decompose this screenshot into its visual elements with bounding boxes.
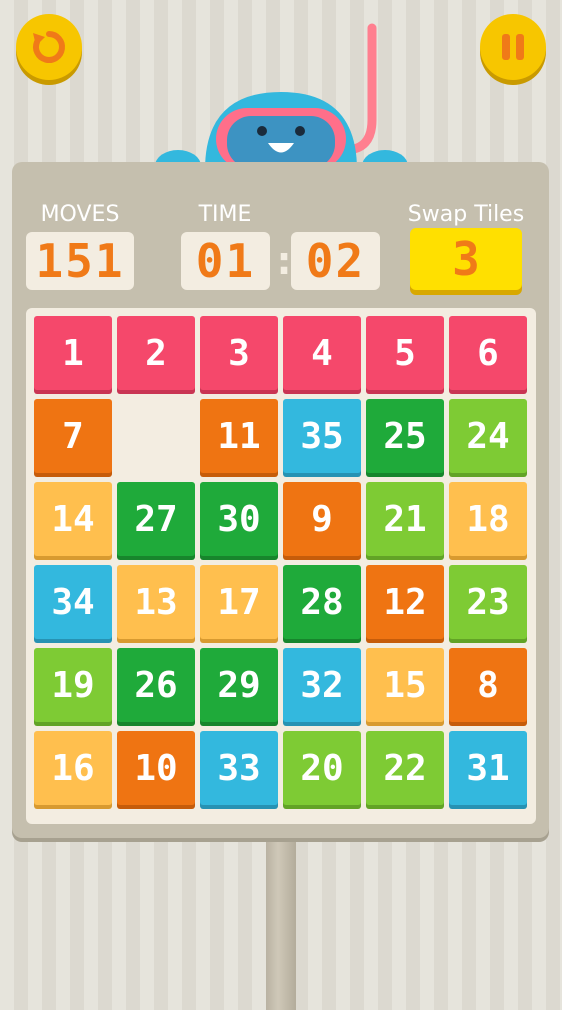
tile[interactable]: 22 — [366, 731, 444, 805]
tile[interactable]: 29 — [200, 648, 278, 722]
tile[interactable]: 1 — [34, 316, 112, 390]
tile[interactable]: 26 — [117, 648, 195, 722]
tile[interactable]: 32 — [283, 648, 361, 722]
swap-tiles-button[interactable]: 3 — [410, 228, 522, 290]
tile[interactable]: 16 — [34, 731, 112, 805]
time-label: TIME — [198, 202, 252, 227]
tile[interactable]: 4 — [283, 316, 361, 390]
tile[interactable]: 6 — [449, 316, 527, 390]
sign-pole — [266, 830, 296, 1010]
tile[interactable]: 23 — [449, 565, 527, 639]
tile[interactable]: 11 — [200, 399, 278, 473]
tile[interactable]: 28 — [283, 565, 361, 639]
tile[interactable]: 19 — [34, 648, 112, 722]
tile[interactable]: 10 — [117, 731, 195, 805]
time-seconds: 02 — [291, 232, 380, 290]
moves-label: MOVES — [40, 202, 120, 227]
tile[interactable]: 30 — [200, 482, 278, 556]
tile[interactable]: 12 — [366, 565, 444, 639]
tile[interactable]: 5 — [366, 316, 444, 390]
swap-tiles-label: Swap Tiles — [407, 202, 525, 227]
tile[interactable]: 14 — [34, 482, 112, 556]
tile[interactable]: 27 — [117, 482, 195, 556]
tile[interactable]: 3 — [200, 316, 278, 390]
moves-counter: 151 — [26, 232, 134, 290]
tile[interactable]: 18 — [449, 482, 527, 556]
tile[interactable]: 9 — [283, 482, 361, 556]
tile[interactable]: 24 — [449, 399, 527, 473]
tile[interactable]: 25 — [366, 399, 444, 473]
tile-grid: 1 2 3 4 5 6 7 11 35 25 24 14 27 30 9 21 18 34 13 17 28 12 23 19… — [26, 308, 536, 824]
tile[interactable]: 13 — [117, 565, 195, 639]
tile[interactable]: 15 — [366, 648, 444, 722]
tile[interactable]: 17 — [200, 565, 278, 639]
tile[interactable]: 35 — [283, 399, 361, 473]
tile[interactable]: 20 — [283, 731, 361, 805]
tile[interactable]: 33 — [200, 731, 278, 805]
tile[interactable]: 21 — [366, 482, 444, 556]
tile[interactable]: 31 — [449, 731, 527, 805]
time-minutes: 01 — [181, 232, 270, 290]
tile[interactable]: 7 — [34, 399, 112, 473]
tile[interactable]: 8 — [449, 648, 527, 722]
tile[interactable]: 34 — [34, 565, 112, 639]
tile[interactable]: 2 — [117, 316, 195, 390]
